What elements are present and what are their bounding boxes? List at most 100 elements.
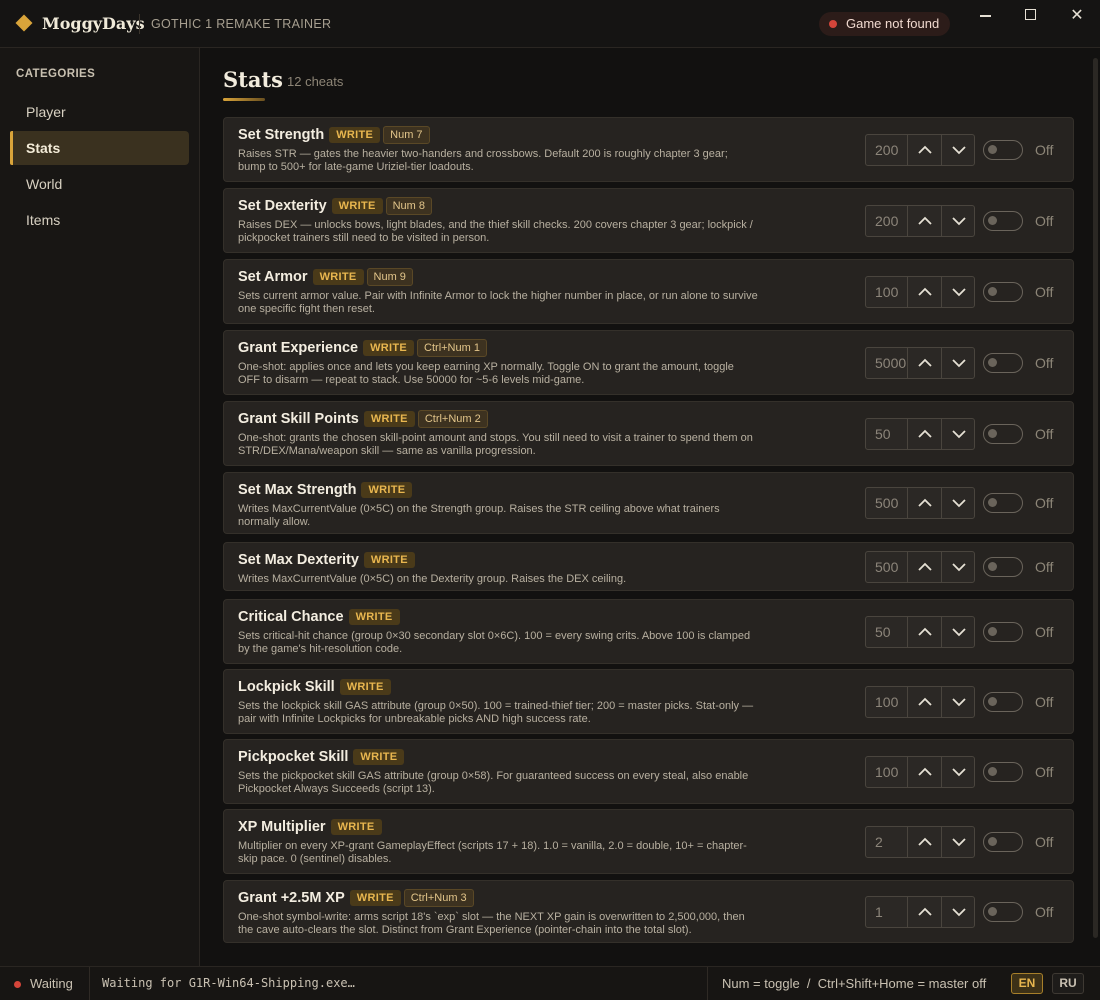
sidebar-item-items[interactable]: Items — [10, 203, 189, 237]
cheat-header: Set Armor WRITE Num 9 — [238, 268, 413, 286]
increment-button[interactable] — [907, 552, 941, 582]
cheat-card: Lockpick Skill WRITE Sets the lockpick ski… — [223, 669, 1074, 734]
page-title: Stats — [223, 67, 283, 92]
sidebar-item-world[interactable]: World — [10, 167, 189, 201]
increment-button[interactable] — [907, 277, 941, 307]
value-input[interactable]: 5000 — [866, 348, 907, 378]
write-tag: WRITE — [361, 481, 413, 498]
sidebar-item-label: Items — [26, 212, 61, 228]
cheat-toggle[interactable] — [983, 282, 1023, 302]
cheat-toggle[interactable] — [983, 353, 1023, 373]
increment-button[interactable] — [907, 827, 941, 857]
cheat-name: Set Max Dexterity — [238, 551, 359, 568]
increment-button[interactable] — [907, 348, 941, 378]
value-stepper: 200 — [865, 205, 975, 237]
cheat-name: Critical Chance — [238, 608, 344, 625]
value-input[interactable]: 50 — [866, 617, 907, 647]
cheat-toggle[interactable] — [983, 832, 1023, 852]
toggle-state-label: Off — [1035, 213, 1054, 229]
minimize-button[interactable] — [968, 4, 1004, 28]
close-button[interactable]: ✕ — [1059, 4, 1095, 28]
decrement-button[interactable] — [941, 687, 975, 717]
brand-name: MoggyDays — [42, 14, 145, 33]
cheat-toggle[interactable] — [983, 762, 1023, 782]
decrement-button[interactable] — [941, 757, 975, 787]
cheat-name: Grant Experience — [238, 340, 359, 356]
toggle-knob — [988, 697, 997, 706]
hotkey-badge: Ctrl+Num 2 — [417, 410, 488, 428]
sidebar-item-label: World — [26, 176, 63, 192]
decrement-button[interactable] — [941, 897, 975, 927]
scrollbar-thumb[interactable] — [1093, 58, 1098, 938]
cheat-toggle[interactable] — [983, 902, 1023, 922]
hotkey-badge: Num 7 — [383, 126, 430, 144]
value-input[interactable]: 100 — [866, 687, 907, 717]
cheat-description: Raises DEX — unlocks bows, light blades,… — [238, 219, 753, 244]
write-tag: WRITE — [363, 411, 415, 427]
value-input[interactable]: 100 — [866, 277, 907, 307]
sidebar-item-player[interactable]: Player — [10, 95, 189, 129]
decrement-button[interactable] — [941, 277, 975, 307]
toggle-knob — [988, 498, 997, 507]
cheat-toggle[interactable] — [983, 557, 1023, 577]
minimize-icon — [980, 15, 991, 17]
increment-button[interactable] — [907, 897, 941, 927]
cheat-card: XP Multiplier WRITE Multiplier on every XP… — [223, 809, 1074, 874]
cheat-header: Set Strength WRITE Num 7 — [238, 126, 430, 144]
value-stepper: 100 — [865, 756, 975, 788]
value-stepper: 500 — [865, 551, 975, 583]
cheat-header: Set Dexterity WRITE Num 8 — [238, 197, 433, 215]
decrement-button[interactable] — [941, 827, 975, 857]
cheat-card: Set Max Dexterity WRITE Writes MaxCurrentV… — [223, 542, 1074, 591]
value-input[interactable]: 500 — [866, 488, 907, 518]
value-input[interactable]: 100 — [866, 757, 907, 787]
status-divider — [89, 967, 90, 1000]
increment-button[interactable] — [907, 488, 941, 518]
status-dot-icon — [829, 20, 837, 28]
increment-button[interactable] — [907, 757, 941, 787]
increment-button[interactable] — [907, 687, 941, 717]
increment-button[interactable] — [907, 419, 941, 449]
toggle-state-label: Off — [1035, 904, 1054, 920]
value-input[interactable]: 200 — [866, 206, 907, 236]
decrement-button[interactable] — [941, 419, 975, 449]
hotkey-badge: Ctrl+Num 3 — [403, 889, 474, 907]
value-stepper: 50 — [865, 418, 975, 450]
value-input[interactable]: 500 — [866, 552, 907, 582]
cheat-header: Set Max Dexterity WRITE — [238, 551, 418, 569]
decrement-button[interactable] — [941, 552, 975, 582]
value-input[interactable]: 2 — [866, 827, 907, 857]
increment-button[interactable] — [907, 135, 941, 165]
cheat-toggle[interactable] — [983, 692, 1023, 712]
cheat-toggle[interactable] — [983, 140, 1023, 160]
app-subtitle: GOTHIC 1 REMAKE TRAINER — [151, 17, 332, 31]
cheat-toggle[interactable] — [983, 493, 1023, 513]
increment-button[interactable] — [907, 617, 941, 647]
value-input[interactable]: 200 — [866, 135, 907, 165]
lang-ru-button[interactable]: RU — [1052, 973, 1084, 994]
value-input[interactable]: 1 — [866, 897, 907, 927]
title-divider — [139, 14, 140, 34]
decrement-button[interactable] — [941, 135, 975, 165]
cheat-description: Sets critical-hit chance (group 0×30 sec… — [238, 630, 751, 655]
increment-button[interactable] — [907, 206, 941, 236]
maximize-button[interactable] — [1013, 4, 1049, 28]
toggle-knob — [988, 907, 997, 916]
cheat-card: Set Armor WRITE Num 9 Sets current armor va… — [223, 259, 1074, 324]
decrement-button[interactable] — [941, 488, 975, 518]
toggle-state-label: Off — [1035, 559, 1054, 575]
sidebar-item-stats[interactable]: Stats — [10, 131, 189, 165]
decrement-button[interactable] — [941, 206, 975, 236]
cheat-toggle[interactable] — [983, 424, 1023, 444]
cheat-toggle[interactable] — [983, 622, 1023, 642]
value-input[interactable]: 50 — [866, 419, 907, 449]
cheat-toggle[interactable] — [983, 211, 1023, 231]
game-status-badge: Game not found — [819, 12, 950, 36]
value-stepper: 50 — [865, 616, 975, 648]
decrement-button[interactable] — [941, 348, 975, 378]
lang-en-button[interactable]: EN — [1011, 973, 1043, 994]
decrement-button[interactable] — [941, 617, 975, 647]
hotkey-badge: Ctrl+Num 1 — [417, 339, 487, 357]
cheat-card: Grant +2.5M XP WRITE Ctrl+Num 3 One-shot sy… — [223, 880, 1074, 943]
scrollbar[interactable] — [1093, 58, 1098, 948]
